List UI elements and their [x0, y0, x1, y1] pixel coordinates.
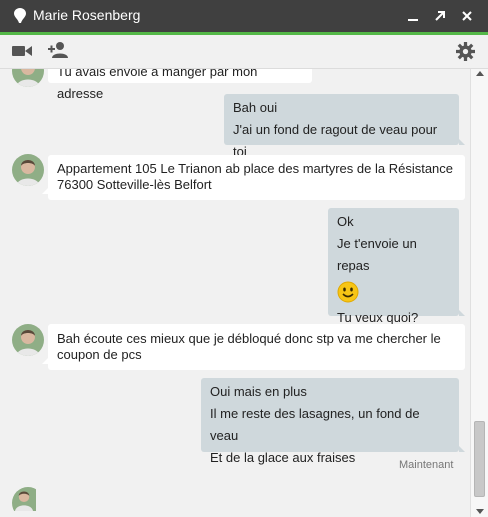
settings-gear-icon[interactable]: [456, 42, 475, 61]
message-bubble-outgoing: Oui mais en plus Il me reste des lasagne…: [201, 378, 459, 465]
scroll-up-arrow-icon[interactable]: [476, 71, 484, 76]
message-bubble-incoming: Bah écoute ces mieux que je débloqué don…: [48, 324, 465, 370]
contact-avatar[interactable]: [12, 69, 44, 87]
scroll-down-arrow-icon[interactable]: [476, 509, 484, 514]
bubble-tail: [459, 139, 465, 145]
message-text: Il me reste des lasagnes, un fond de vea…: [210, 406, 420, 443]
message-text: Bah écoute ces mieux que je débloqué don…: [57, 331, 441, 346]
contact-avatar[interactable]: [12, 324, 44, 356]
minimize-icon[interactable]: [404, 7, 422, 25]
message-text: coupon de pcs: [57, 347, 142, 362]
message-text: Appartement 105 Le Trianon ab place des …: [57, 161, 454, 176]
message-text: Ok: [337, 214, 354, 229]
avatar-photo-icon: [12, 154, 44, 186]
message-list-scrollbar[interactable]: [470, 69, 488, 517]
message-text: Oui mais en plus: [210, 384, 307, 399]
video-call-icon[interactable]: [12, 43, 32, 59]
contact-name-title: Marie Rosenberg: [33, 7, 141, 23]
presence-dot-icon: [14, 8, 26, 23]
add-person-icon[interactable]: [48, 41, 70, 59]
message-text: Je t'envoie un repas: [337, 236, 417, 273]
contact-avatar[interactable]: [12, 487, 44, 517]
contact-avatar[interactable]: [12, 154, 44, 186]
chat-window: Marie Rosenberg Tu avais envoie à manger…: [0, 0, 488, 517]
message-bubble-incoming: Appartement 105 Le Trianon ab place des …: [48, 155, 465, 200]
bubble-tail: [459, 310, 465, 316]
chat-toolbar: [0, 35, 488, 69]
avatar-photo-icon: [12, 324, 44, 356]
popout-icon[interactable]: [431, 7, 449, 25]
avatar-photo-icon: [12, 487, 36, 511]
message-timestamp: Maintenant: [399, 459, 454, 471]
message-list: Tu avais envoie à manger par mon adresse…: [0, 69, 470, 517]
scrollbar-thumb[interactable]: [474, 421, 485, 497]
message-text: 76300 Sotteville-lès Belfort: [57, 177, 212, 192]
avatar-photo-icon: [12, 69, 44, 87]
message-text: Bah oui: [233, 100, 278, 115]
message-bubble-outgoing: Bah oui J'ai un fond de ragout de veau p…: [224, 94, 459, 159]
emoji-line: 🙂: [337, 277, 450, 307]
close-icon[interactable]: [458, 7, 476, 25]
message-bubble-incoming: Tu avais envoie à manger par mon adresse: [48, 69, 312, 101]
message-bubble-outgoing: Ok Je t'envoie un repas 🙂 Tu veux quoi?: [328, 208, 459, 325]
bubble-tail: [459, 446, 465, 452]
chat-titlebar[interactable]: Marie Rosenberg: [0, 0, 488, 35]
smiley-emoji-icon: [337, 281, 359, 303]
